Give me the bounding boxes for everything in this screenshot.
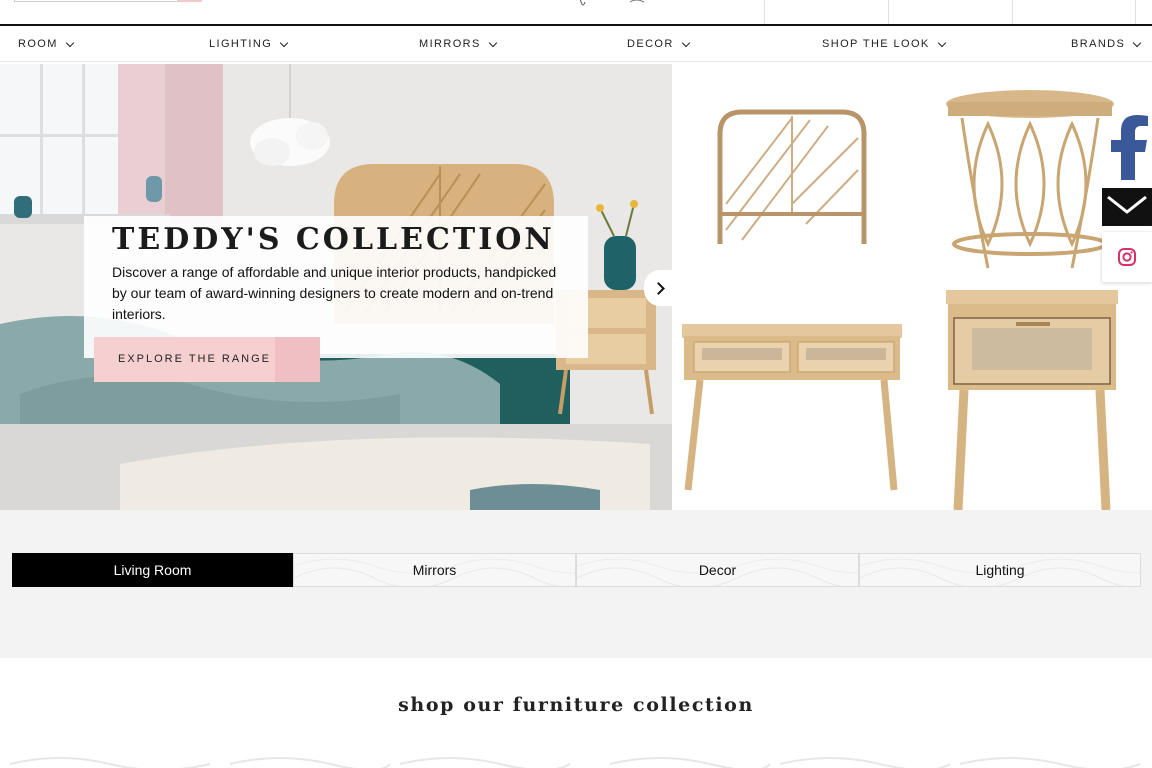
shop-collection-heading: shop our furniture collection [398, 694, 754, 716]
chevron-down-icon [279, 38, 289, 47]
search-button[interactable] [178, 0, 202, 2]
instagram-link[interactable] [1102, 232, 1152, 282]
nav-item-label: LIGHTING [209, 38, 273, 50]
nav-item-brands[interactable]: BRANDS [1071, 26, 1142, 62]
tab-label: Living Room [113, 562, 192, 578]
nav-item-decor[interactable]: DECOR [627, 26, 690, 62]
instagram-icon [1118, 248, 1136, 266]
search-input[interactable] [14, 0, 178, 2]
site-logo[interactable] [572, 0, 652, 8]
nav-item-label: MIRRORS [419, 38, 481, 50]
chevron-right-icon [652, 281, 665, 295]
chevron-down-icon [488, 38, 497, 47]
decorative-pattern-strip [0, 754, 1152, 768]
tab-living-room[interactable]: Living Room [12, 553, 293, 587]
chevron-down-icon [65, 38, 75, 47]
tab-label: Decor [698, 562, 737, 578]
explore-range-label: EXPLORE THE RANGE [118, 353, 271, 365]
tab-decor[interactable]: Decor [576, 553, 859, 587]
nav-item-label: DECOR [627, 38, 674, 50]
carousel-next-button[interactable] [644, 270, 672, 306]
facebook-link[interactable] [1102, 112, 1152, 184]
button-accent-block [275, 337, 320, 382]
hero-banner: TEDDY'S COLLECTION Discover a range of a… [0, 64, 672, 510]
product-headboard[interactable] [717, 109, 867, 244]
hero-description: Discover a range of affordable and uniqu… [112, 264, 557, 322]
mail-icon [1107, 195, 1147, 214]
product-rattan-side-table[interactable] [946, 90, 1114, 269]
tab-lighting[interactable]: Lighting [859, 553, 1141, 587]
tab-label: Mirrors [412, 562, 457, 578]
chevron-down-icon [937, 38, 946, 47]
nav-item-label: BRANDS [1071, 38, 1126, 50]
tab-label: Lighting [975, 562, 1025, 578]
product-bedside-table[interactable] [946, 290, 1118, 510]
header-cart-cell[interactable] [1012, 0, 1136, 24]
facebook-icon [1111, 115, 1148, 180]
nav-item-room[interactable]: ROOM [18, 26, 75, 62]
header-account-cell[interactable] [764, 0, 888, 24]
nav-item-shop-the-look[interactable]: SHOP THE LOOK [822, 26, 946, 62]
explore-range-button[interactable]: EXPLORE THE RANGE [94, 337, 320, 382]
chevron-down-icon [1133, 38, 1142, 47]
product-console-table[interactable] [682, 324, 902, 491]
featured-products-image [672, 64, 1152, 510]
nav-item-label: ROOM [18, 38, 58, 50]
header-wishlist-cell[interactable] [888, 0, 1012, 24]
tab-mirrors[interactable]: Mirrors [293, 553, 576, 587]
nav-item-lighting[interactable]: LIGHTING [209, 26, 289, 62]
hero-title: TEDDY'S COLLECTION [112, 222, 555, 257]
chevron-down-icon [681, 38, 690, 47]
email-link[interactable] [1102, 188, 1152, 226]
nav-item-label: SHOP THE LOOK [822, 38, 930, 50]
main-nav: ROOM LIGHTING MIRRORS DECOR SHOP THE LOO… [0, 26, 1152, 62]
top-header [0, 0, 1152, 26]
category-tabs-band: Living Room Mirrors Decor Lighting [0, 510, 1152, 658]
nav-item-mirrors[interactable]: MIRRORS [419, 26, 497, 62]
